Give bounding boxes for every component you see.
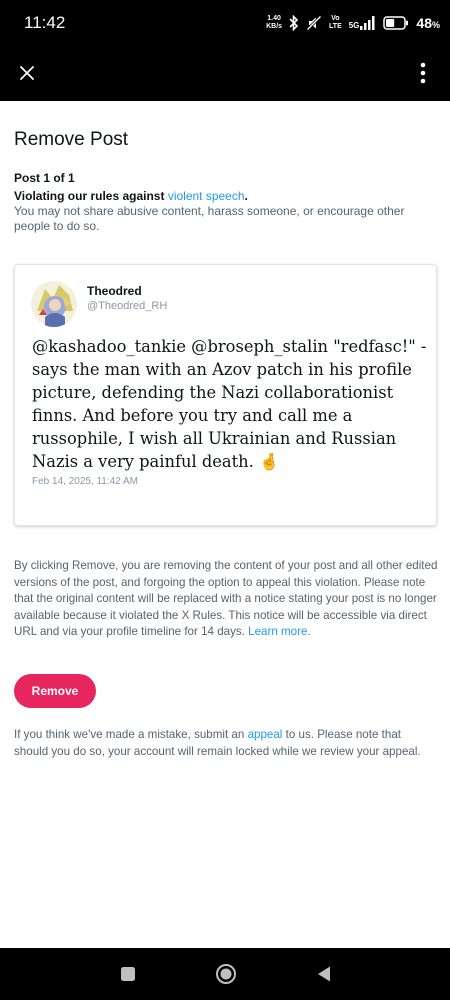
status-bar: 11:42 1.40 KB/s Vo LTE 5G 48% xyxy=(0,0,450,46)
close-icon xyxy=(20,66,34,80)
appeal-prefix: If you think we've made a mistake, submi… xyxy=(14,728,248,741)
app-bar xyxy=(0,46,450,101)
author-handle[interactable]: @Theodred_RH xyxy=(87,300,167,312)
post-card: Theodred @Theodred_RH @kashadoo_tankie @… xyxy=(14,264,437,526)
battery-percent: 48% xyxy=(416,15,440,31)
more-options-button[interactable] xyxy=(408,58,438,88)
avatar[interactable] xyxy=(31,281,77,327)
status-icons: 1.40 KB/s Vo LTE 5G 48% xyxy=(266,12,440,34)
violation-prefix: Violating our rules against xyxy=(14,189,168,203)
recents-button[interactable] xyxy=(116,962,140,986)
cellular-signal: 5G xyxy=(349,16,377,30)
volte-top: Vo xyxy=(331,15,340,22)
violent-speech-link[interactable]: violent speech xyxy=(168,189,245,203)
author-name[interactable]: Theodred xyxy=(87,284,142,298)
square-icon xyxy=(121,967,135,981)
more-vertical-icon xyxy=(420,62,426,84)
page-title: Remove Post xyxy=(14,129,129,150)
bluetooth-icon xyxy=(289,15,299,31)
removal-explanation: By clicking Remove, you are removing the… xyxy=(14,558,438,641)
back-button[interactable] xyxy=(312,962,336,986)
system-nav-bar xyxy=(0,948,450,1000)
post-timestamp: Feb 14, 2025, 11:42 AM xyxy=(32,476,139,487)
violation-notice: Violating our rules against violent spee… xyxy=(14,189,434,234)
violation-description: You may not share abusive content, haras… xyxy=(14,204,405,233)
signal-icon xyxy=(360,16,375,30)
network-speed-value: 1.40 xyxy=(267,15,281,22)
post-count: Post 1 of 1 xyxy=(14,171,75,185)
circle-icon xyxy=(216,964,236,984)
home-button[interactable] xyxy=(214,962,238,986)
post-text: @kashadoo_tankie @broseph_stalin "redfas… xyxy=(32,337,427,471)
explanation-suffix: . xyxy=(307,625,311,639)
violation-suffix: . xyxy=(244,189,248,203)
volte-bottom: LTE xyxy=(329,23,342,30)
battery-icon xyxy=(383,16,409,30)
author-avatar-image xyxy=(31,281,77,327)
status-time: 11:42 xyxy=(24,13,66,32)
volte-indicator: Vo LTE xyxy=(329,15,342,31)
explanation-text: By clicking Remove, you are removing the… xyxy=(14,559,438,639)
remove-button[interactable]: Remove xyxy=(14,674,96,708)
network-speed: 1.40 KB/s xyxy=(266,15,282,31)
network-speed-unit: KB/s xyxy=(266,23,283,30)
network-type: 5G xyxy=(348,21,360,30)
appeal-notice: If you think we've made a mistake, submi… xyxy=(14,727,438,760)
mute-icon xyxy=(306,15,322,31)
triangle-back-icon xyxy=(318,966,330,982)
appeal-link[interactable]: appeal xyxy=(248,728,283,741)
learn-more-link[interactable]: Learn more xyxy=(248,625,307,638)
close-button[interactable] xyxy=(12,58,42,88)
